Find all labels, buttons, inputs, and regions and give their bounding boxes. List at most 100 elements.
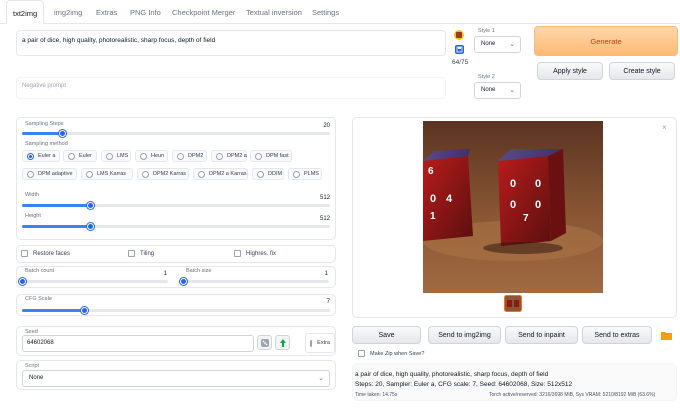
style1-value: None xyxy=(481,41,496,47)
sampling-method-option-label: PLMS xyxy=(304,171,319,177)
gallery-thumbnail[interactable] xyxy=(504,295,522,312)
sampling-steps-slider[interactable] xyxy=(22,130,330,137)
radio-dot xyxy=(27,170,34,178)
sampling-method-option-label: DDIM xyxy=(268,171,283,177)
save-button[interactable]: Save xyxy=(352,326,421,344)
send-to-extras-button[interactable]: Send to extras xyxy=(582,326,652,344)
dice-right-face-5: 7 xyxy=(523,213,529,224)
sampling-method-option-label: Heun xyxy=(151,153,165,159)
sampling-method-option-label: DPM2 a Karras xyxy=(209,171,247,177)
sampling-method-option[interactable]: PLMS xyxy=(288,168,322,180)
radio-dot xyxy=(140,152,147,160)
width-value[interactable]: 512 xyxy=(300,195,330,201)
tab-png-info[interactable]: PNG Info xyxy=(124,0,167,24)
dice-right-face-2: 0 xyxy=(535,178,542,190)
dice-left-face-3: 1 xyxy=(430,211,436,222)
create-style-button[interactable]: Create style xyxy=(609,62,675,80)
extra-seed-checkbox[interactable]: Extra xyxy=(305,333,335,353)
batch-size-slider[interactable] xyxy=(180,278,329,285)
batch-count-value[interactable]: 1 xyxy=(140,271,167,277)
radio-dot xyxy=(198,170,205,178)
style1-select[interactable]: None ⌄ xyxy=(474,36,521,53)
style2-select[interactable]: None ⌄ xyxy=(474,82,521,99)
vram-info: Torch active/reserved: 3216/3698 MiB, Sy… xyxy=(489,392,656,398)
highres-fix-label: Highres. fix xyxy=(246,250,277,257)
sampling-method-option[interactable]: DPM2 a Karras xyxy=(193,168,248,180)
cfg-scale-slider[interactable] xyxy=(22,307,330,314)
sampling-method-option[interactable]: DPM2 a xyxy=(211,150,247,162)
tab-textual-inversion[interactable]: Textual inversion xyxy=(240,0,308,24)
script-label: Script xyxy=(25,363,40,369)
tab-checkpoint-merger[interactable]: Checkpoint Merger xyxy=(166,0,241,24)
apply-style-button[interactable]: Apply style xyxy=(537,62,603,80)
send-to-inpaint-button[interactable]: Send to inpaint xyxy=(505,326,578,344)
tab-img2img[interactable]: img2img xyxy=(48,0,88,24)
radio-dot xyxy=(106,152,113,160)
sampling-method-option[interactable]: DPM adaptive xyxy=(22,168,77,180)
radio-dot xyxy=(27,152,34,160)
tab-extras[interactable]: Extras xyxy=(90,0,123,24)
sampling-method-option-label: DPM2 xyxy=(188,153,204,159)
chevron-down-icon: ⌄ xyxy=(509,87,515,94)
dice-left-face-1: 6 xyxy=(428,166,434,177)
close-icon[interactable]: × xyxy=(662,123,667,132)
script-value: None xyxy=(29,375,44,381)
batch-count-slider[interactable] xyxy=(19,278,168,285)
restore-faces-checkbox[interactable]: Restore faces xyxy=(21,250,70,257)
sampling-method-option-label: DPM adaptive xyxy=(38,171,73,177)
tiling-checkbox[interactable]: Tiling xyxy=(128,250,154,257)
height-label: Height xyxy=(25,213,41,219)
sampling-method-option[interactable]: DPM2 xyxy=(172,150,207,162)
make-zip-checkbox[interactable]: Make Zip when Save? xyxy=(358,350,424,357)
notebook-icon[interactable] xyxy=(453,29,465,41)
negative-prompt-placeholder: Negative prompt xyxy=(22,83,67,89)
prompt-input[interactable]: a pair of dice, high quality, photoreali… xyxy=(16,30,446,56)
sampling-method-option[interactable]: DPM2 Karras xyxy=(137,168,189,180)
sampling-method-option[interactable]: Heun xyxy=(135,150,168,162)
tab-bar: txt2img img2img Extras PNG Info Checkpoi… xyxy=(0,0,680,24)
highres-fix-checkbox[interactable]: Highres. fix xyxy=(234,250,276,257)
seed-input[interactable]: 64602068 xyxy=(22,335,254,352)
prompt-text: a pair of dice, high quality, photoreali… xyxy=(22,37,216,44)
negative-prompt-input[interactable]: Negative prompt xyxy=(16,77,446,99)
chevron-down-icon: ⌄ xyxy=(318,375,324,382)
radio-dot xyxy=(142,170,149,178)
dice-icon[interactable] xyxy=(257,335,272,350)
batch-size-value[interactable]: 1 xyxy=(300,271,328,277)
sampling-method-option[interactable]: DPM fast xyxy=(250,150,292,162)
style2-label: Style 2 xyxy=(478,74,495,80)
tiling-label: Tiling xyxy=(140,250,155,257)
recycle-icon[interactable] xyxy=(275,335,290,350)
sampling-method-option[interactable]: LMS xyxy=(101,150,131,162)
tab-settings[interactable]: Settings xyxy=(306,0,345,24)
style2-value: None xyxy=(481,87,496,93)
batch-panel xyxy=(16,266,336,288)
send-to-img2img-button[interactable]: Send to img2img xyxy=(428,326,501,344)
sampling-method-option[interactable]: DDIM xyxy=(252,168,284,180)
output-prompt: a pair of dice, high quality, photoreali… xyxy=(355,371,549,378)
height-slider[interactable] xyxy=(22,223,330,230)
style1-label: Style 1 xyxy=(478,28,495,34)
batch-count-label: Batch count xyxy=(25,268,55,274)
tab-txt2img[interactable]: txt2img xyxy=(6,0,45,24)
restore-faces-label: Restore faces xyxy=(33,250,71,257)
radio-dot xyxy=(68,152,75,160)
sampling-method-option[interactable]: Euler a xyxy=(22,150,60,162)
sampling-method-option[interactable]: LMS Karras xyxy=(81,168,133,180)
sampling-method-option-label: Euler a xyxy=(38,153,56,159)
height-value[interactable]: 512 xyxy=(300,216,330,222)
sampling-steps-value[interactable]: 20 xyxy=(300,123,330,129)
sampling-method-option-label: Euler xyxy=(79,153,92,159)
generate-button[interactable]: Generate xyxy=(534,26,678,56)
folder-icon[interactable] xyxy=(659,328,673,342)
script-select[interactable]: None ⌄ xyxy=(22,370,330,387)
sampling-method-label: Sampling method xyxy=(25,141,68,147)
width-slider[interactable] xyxy=(22,202,330,209)
dice-left-face-2: 4 xyxy=(446,193,453,205)
floppy-icon[interactable] xyxy=(455,45,464,54)
chevron-down-icon: ⌄ xyxy=(509,41,515,48)
make-zip-label: Make Zip when Save? xyxy=(370,350,425,357)
cfg-scale-value[interactable]: 7 xyxy=(300,299,330,305)
sampling-method-option[interactable]: Euler xyxy=(63,150,97,162)
sampling-method-option-label: DPM2 a xyxy=(227,153,247,159)
